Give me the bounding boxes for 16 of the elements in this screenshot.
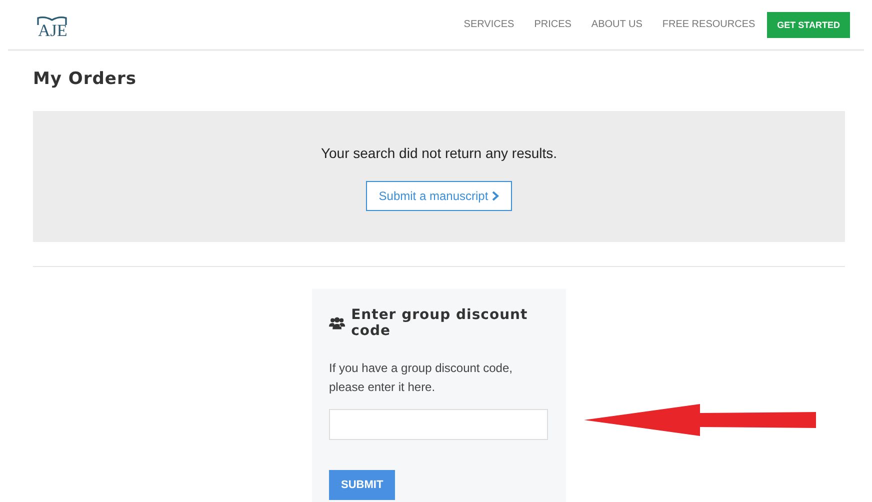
group-icon	[329, 316, 346, 330]
submit-manuscript-button[interactable]: Submit a manuscript	[366, 181, 512, 211]
chevron-icon	[492, 191, 500, 201]
page-title: My Orders	[33, 69, 138, 89]
nav-link[interactable]: SERVICES	[464, 19, 514, 30]
book-icon	[37, 16, 67, 26]
submit-button[interactable]: SUBMIT	[329, 470, 396, 500]
nav-link[interactable]: FREE RESOURCES	[662, 19, 756, 30]
no-results-message: Your search did not return any results.	[320, 145, 558, 161]
logo-text[interactable]: AJE	[38, 22, 68, 39]
nav-link[interactable]: ABOUT US	[591, 19, 642, 30]
nav-link[interactable]: PRICES	[534, 19, 572, 30]
discount-code-field[interactable]	[329, 409, 548, 440]
discount-instructions: If you have a group discount code, please enter it here.	[329, 360, 514, 396]
get-started-button[interactable]: GET STARTED	[767, 12, 850, 38]
discount-title: Enter group discount code	[351, 307, 529, 339]
